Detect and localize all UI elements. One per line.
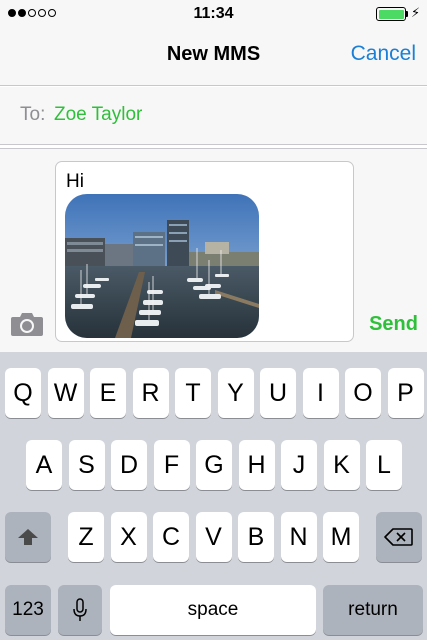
key-h[interactable]: H (238, 440, 275, 490)
key-b[interactable]: B (238, 512, 274, 562)
key-y[interactable]: Y (217, 368, 254, 418)
charging-icon: ⚡ (411, 5, 421, 20)
key-z[interactable]: Z (68, 512, 104, 562)
recipient-label: To: (20, 104, 46, 125)
status-time: 11:34 (193, 5, 234, 22)
key-l[interactable]: L (366, 440, 402, 490)
key-p[interactable]: P (387, 368, 424, 418)
key-f[interactable]: F (153, 440, 190, 490)
battery-icon (376, 7, 406, 21)
key-k[interactable]: K (323, 440, 360, 490)
navigation-bar: New MMS Cancel (0, 28, 427, 86)
key-e[interactable]: E (90, 368, 126, 418)
key-r[interactable]: R (132, 368, 169, 418)
key-q[interactable]: Q (5, 368, 41, 418)
space-key[interactable]: space (110, 585, 316, 635)
keyboard: Q W E R T Y U I O P A S D F G H J K L Z X C V B N M 123 space return (0, 352, 427, 640)
recipient-name[interactable]: Zoe Taylor (54, 104, 142, 126)
shift-key[interactable] (5, 512, 51, 562)
key-d[interactable]: D (111, 440, 147, 490)
numbers-key[interactable]: 123 (5, 585, 51, 635)
key-t[interactable]: T (175, 368, 211, 418)
send-button[interactable]: Send (369, 313, 418, 336)
key-a[interactable]: A (26, 440, 62, 490)
message-input[interactable]: Hi (55, 161, 354, 342)
message-composer: Hi Send (0, 148, 427, 352)
cancel-button[interactable]: Cancel (351, 42, 416, 66)
battery-tip (406, 11, 408, 17)
shift-icon (18, 529, 38, 545)
delete-key[interactable] (376, 512, 422, 562)
key-j[interactable]: J (281, 440, 317, 490)
key-o[interactable]: O (345, 368, 381, 418)
backspace-icon (384, 528, 413, 546)
microphone-icon (73, 598, 87, 621)
status-bar: 11:34 ⚡ (0, 0, 427, 28)
key-u[interactable]: U (260, 368, 296, 418)
key-s[interactable]: S (68, 440, 105, 490)
photo-attachment[interactable] (65, 194, 259, 338)
key-n[interactable]: N (280, 512, 317, 562)
key-w[interactable]: W (47, 368, 84, 418)
camera-icon[interactable] (10, 311, 44, 337)
key-c[interactable]: C (153, 512, 189, 562)
message-text: Hi (66, 171, 84, 192)
key-i[interactable]: I (302, 368, 339, 418)
dictation-key[interactable] (58, 585, 102, 635)
key-x[interactable]: X (110, 512, 147, 562)
key-g[interactable]: G (196, 440, 232, 490)
key-v[interactable]: V (195, 512, 232, 562)
return-key[interactable]: return (323, 585, 423, 635)
recipient-field[interactable]: To: Zoe Taylor (0, 87, 427, 145)
key-m[interactable]: M (323, 512, 359, 562)
